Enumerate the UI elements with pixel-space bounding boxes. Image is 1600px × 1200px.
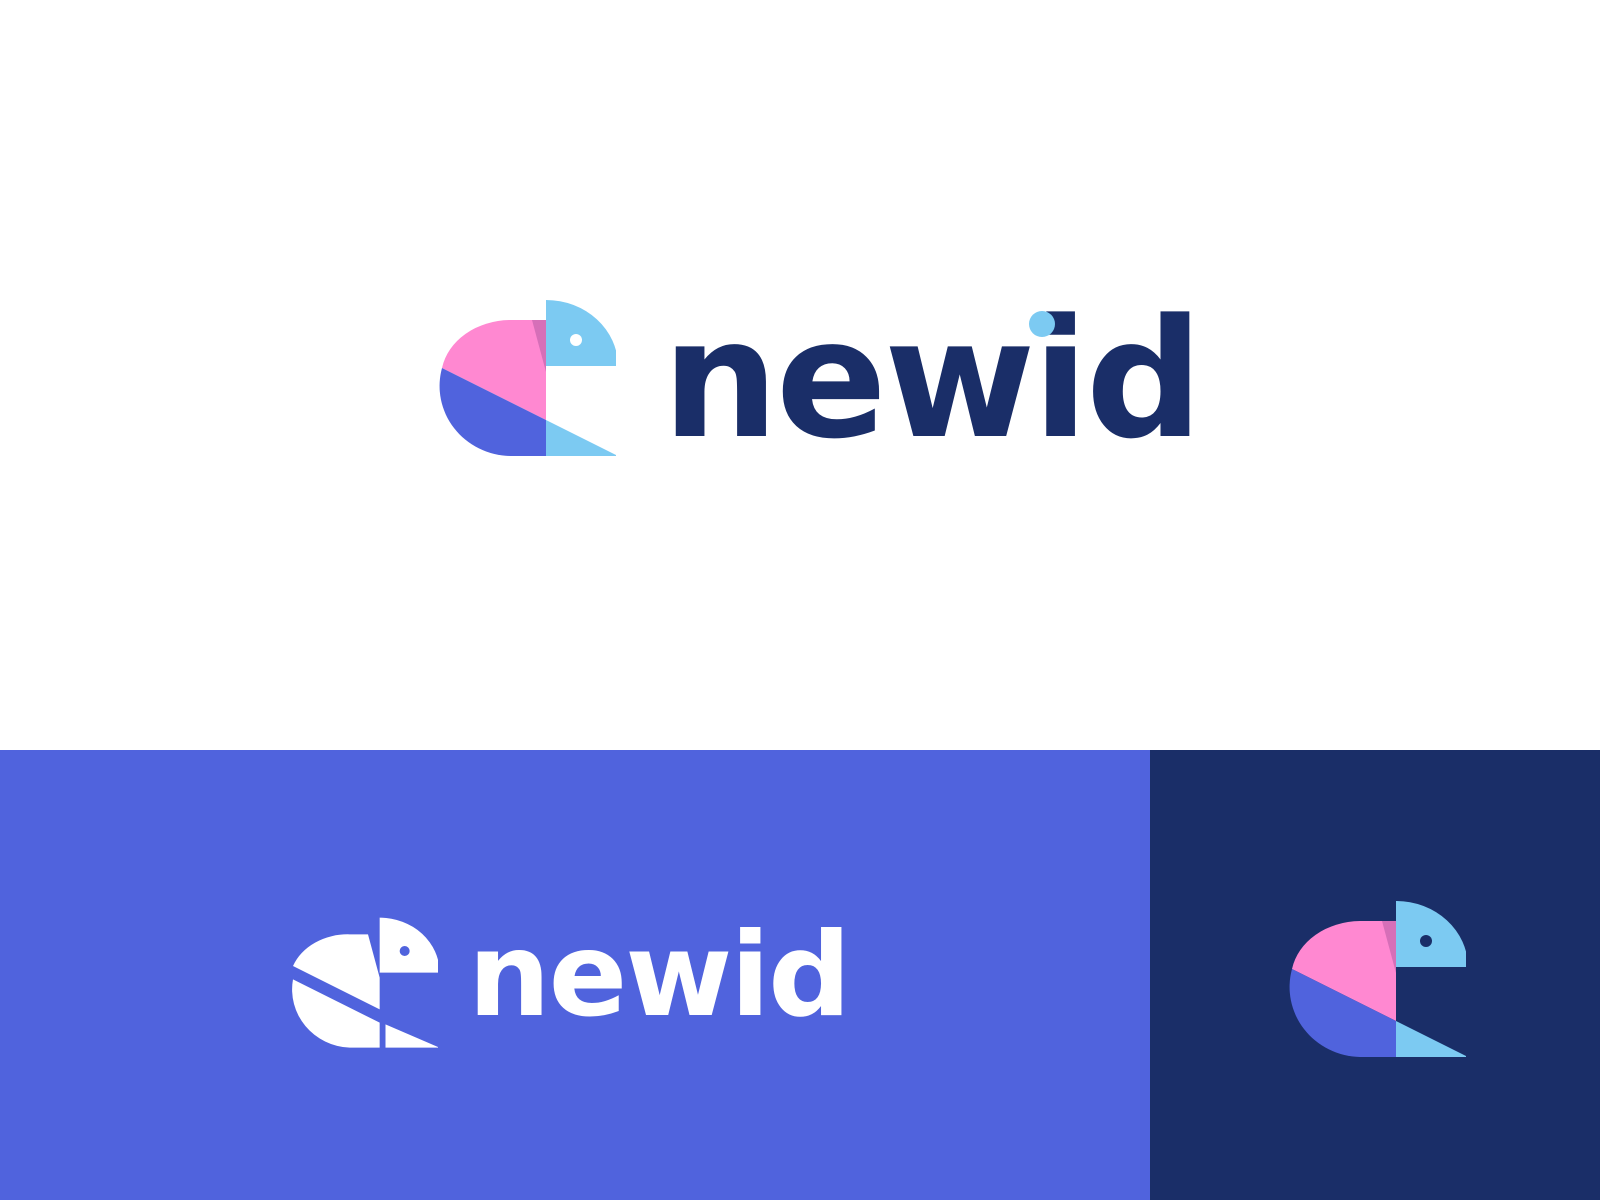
royal-blue-background-panel: newid [0,750,1150,1200]
wordmark-white: newid [468,918,851,1034]
wordmark-i-dot-mask [1028,303,1056,337]
wordmark: newid [662,298,1203,462]
parrot-bird-icon-white [292,917,438,1048]
wordmark-text: newid [662,284,1203,475]
navy-background-panel [1150,750,1600,1200]
parrot-bird-icon-on-navy [1289,901,1466,1057]
parrot-bird-icon [439,300,616,456]
wordmark-text-white: newid [468,908,851,1043]
light-background-panel: newid [0,0,1600,750]
